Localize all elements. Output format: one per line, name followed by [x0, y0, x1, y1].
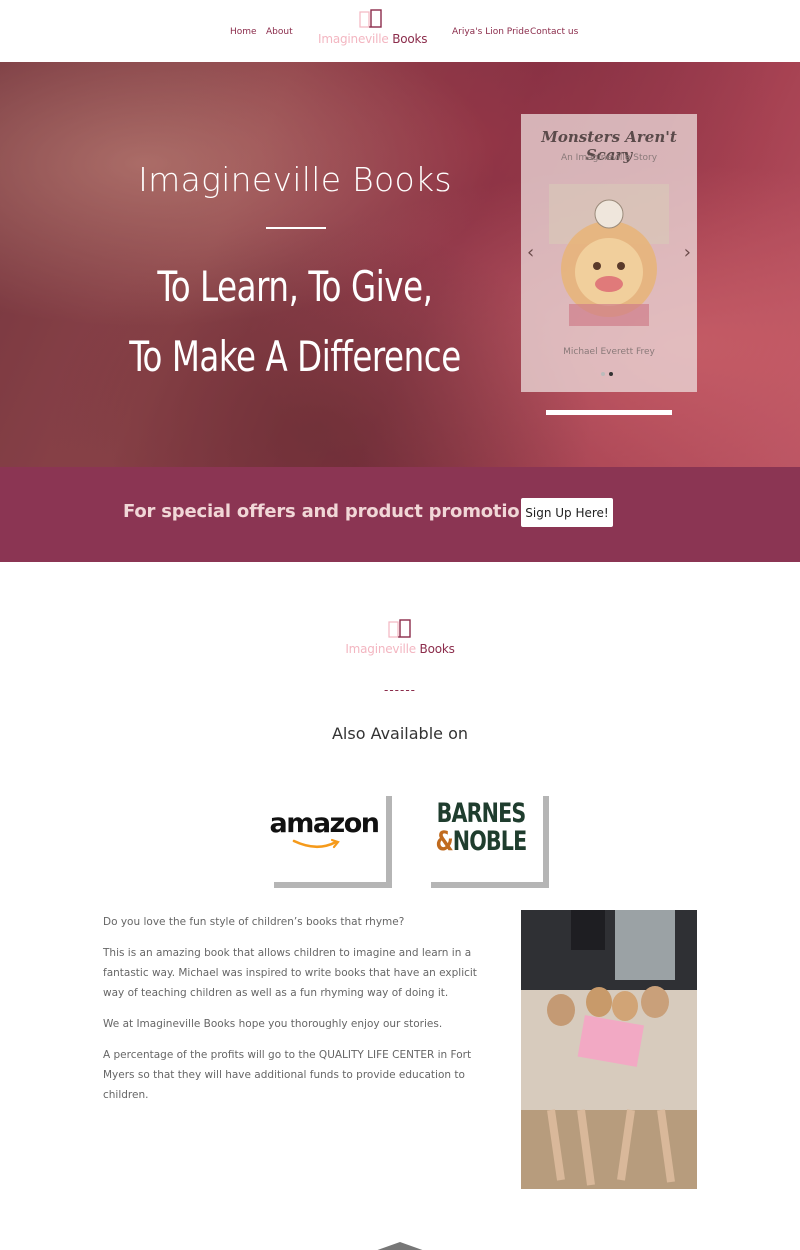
slider-pagination — [601, 363, 617, 381]
section-logo: Imagineville Books — [345, 618, 455, 656]
logo-text-light: Imagineville — [318, 32, 389, 46]
also-available-heading: Also Available on — [331, 724, 469, 743]
nav-home-link[interactable]: Home — [230, 27, 257, 37]
copy-paragraph-1: Do you love the fun style of children’s … — [103, 916, 405, 928]
barnes-noble-logo-line-2: &NOBLE — [433, 826, 528, 857]
logo-text: Imagineville Books — [318, 32, 428, 46]
nav-about-link[interactable]: About — [266, 27, 293, 37]
book-slider[interactable]: Monsters Aren't Scary An Imagineville St… — [521, 114, 697, 392]
open-book-icon — [359, 9, 382, 28]
open-book-icon — [388, 619, 411, 638]
scroll-up-indicator[interactable] — [372, 1242, 428, 1250]
top-navigation: Home About Imagineville Books Ariya's Li… — [0, 0, 800, 62]
amazon-store-link[interactable]: amazon — [268, 790, 386, 882]
barnes-noble-store-link[interactable]: BARNES &NOBLE — [425, 790, 543, 882]
site-logo[interactable]: Imagineville Books — [318, 8, 428, 58]
hero-divider — [266, 227, 326, 229]
chevron-right-icon[interactable]: › — [684, 242, 691, 263]
amazon-smile-icon — [292, 838, 340, 849]
about-copy: Do you love the fun style of children’s … — [103, 912, 495, 1116]
lion-illustration — [549, 184, 669, 326]
slider-dot-active[interactable] — [609, 372, 613, 376]
amazon-logo-text: amazon — [269, 808, 380, 839]
nav-contact-link[interactable]: Contact us — [530, 27, 578, 37]
barnes-noble-ampersand: & — [435, 826, 454, 857]
hero-banner: Imagineville Books To Learn, To Give, To… — [0, 62, 800, 467]
promo-text: For special offers and product promotion… — [123, 501, 543, 522]
section-logo-text: Imagineville Books — [345, 642, 455, 656]
sign-up-button[interactable]: Sign Up Here! — [521, 498, 613, 527]
hero-title: Imagineville Books — [138, 160, 452, 199]
nav-lion-pride-link[interactable]: Ariya's Lion Pride — [452, 27, 530, 37]
promo-banner: For special offers and product promotion… — [0, 467, 800, 562]
book-cover-subtitle: An Imagineville Story — [560, 153, 658, 163]
book-cover-author: Michael Everett Frey — [563, 347, 655, 357]
chevron-left-icon[interactable]: ‹ — [527, 242, 534, 263]
barnes-noble-logo-noble: NOBLE — [452, 826, 527, 857]
children-reading-photo — [521, 910, 697, 1189]
hero-tagline-line-1: To Learn, To Give, — [157, 262, 433, 311]
hero-tagline-line-2: To Make A Difference — [129, 332, 461, 381]
copy-paragraph-2: This is an amazing book that allows chil… — [103, 947, 477, 999]
section-logo-text-light: Imagineville — [345, 642, 416, 656]
copy-paragraph-3: We at Imagineville Books hope you thorou… — [103, 1018, 443, 1030]
photo-illustration — [521, 910, 697, 1189]
barnes-noble-logo-line-1: BARNES — [436, 798, 527, 829]
copy-paragraph-4: A percentage of the profits will go to t… — [103, 1049, 472, 1101]
section-divider-dashes: ------ — [384, 683, 416, 697]
logo-text-dark: Books — [392, 32, 428, 46]
slider-dot[interactable] — [601, 372, 605, 376]
slider-progress-bar — [546, 410, 672, 415]
section-logo-text-dark: Books — [419, 642, 455, 656]
